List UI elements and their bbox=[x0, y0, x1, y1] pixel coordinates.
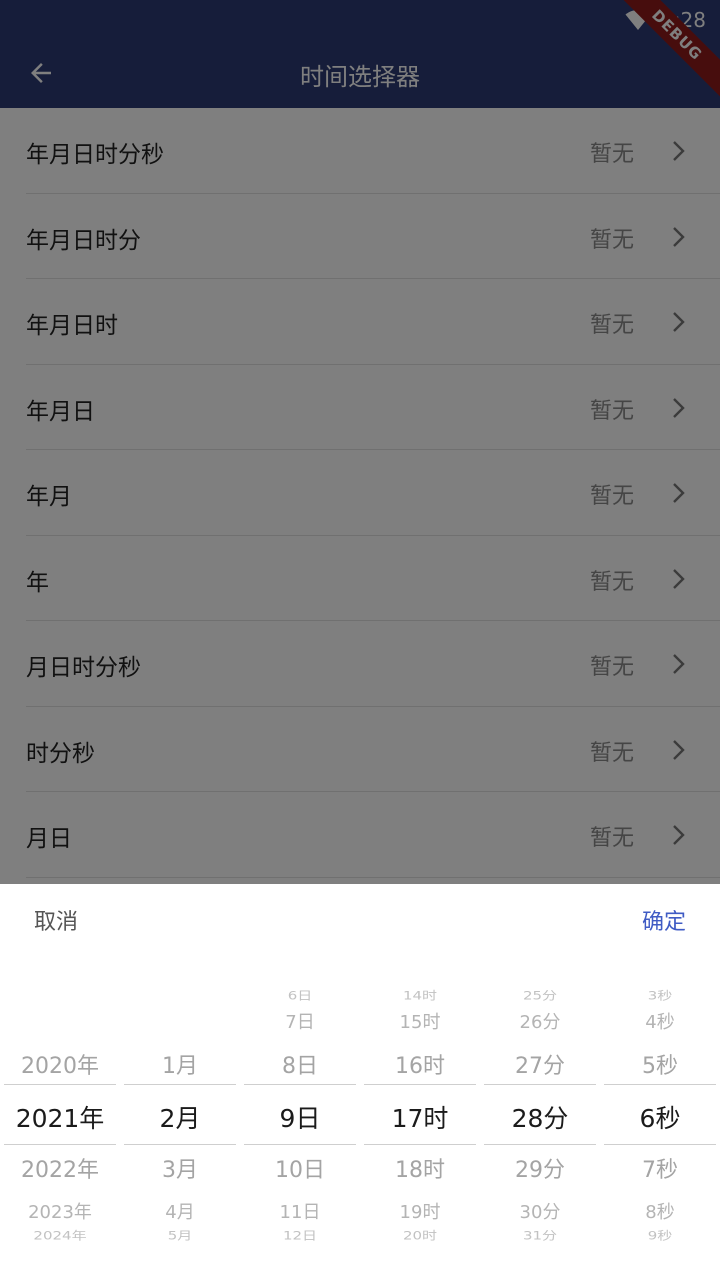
selection-divider bbox=[244, 1144, 356, 1145]
selection-divider bbox=[484, 1084, 596, 1085]
wheel-item[interactable]: 5月 bbox=[120, 1227, 240, 1243]
wheel-item[interactable]: 27分 bbox=[480, 1048, 600, 1080]
wheel-item[interactable]: 2024年 bbox=[0, 1227, 120, 1243]
wheel-item[interactable]: 10日 bbox=[240, 1152, 360, 1184]
wheel-item[interactable]: 12日 bbox=[240, 1227, 360, 1243]
wheel-item[interactable]: 8秒 bbox=[600, 1198, 720, 1224]
wheel-item[interactable]: 6日 bbox=[240, 987, 360, 1003]
selection-divider bbox=[364, 1144, 476, 1145]
wheel-item[interactable]: 11日 bbox=[240, 1198, 360, 1224]
wheel-item[interactable]: 5秒 bbox=[600, 1048, 720, 1080]
wheel-item[interactable]: 7秒 bbox=[600, 1152, 720, 1184]
wheel-item[interactable]: 2020年 bbox=[0, 1048, 120, 1080]
wheel-item[interactable]: 2023年 bbox=[0, 1198, 120, 1224]
selection-divider bbox=[4, 1084, 116, 1085]
selection-divider bbox=[4, 1144, 116, 1145]
wheel-item[interactable]: 15时 bbox=[360, 1008, 480, 1034]
modal-scrim[interactable] bbox=[0, 0, 720, 884]
wheel-item[interactable]: 3秒 bbox=[600, 987, 720, 1003]
wheel-item[interactable]: 4秒 bbox=[600, 1008, 720, 1034]
wheel-item[interactable]: 25分 bbox=[480, 987, 600, 1003]
wheel-day[interactable]: 6日 7日 8日 9日 10日 11日 12日 bbox=[240, 974, 360, 1254]
date-time-picker-sheet: 取消 确定 2020年 2021年 2022年 2023年 2024年 1月 2月 3月 4月 5… bbox=[0, 884, 720, 1280]
selection-divider bbox=[604, 1144, 716, 1145]
cancel-button[interactable]: 取消 bbox=[34, 904, 78, 936]
wheel-item[interactable]: 2月 bbox=[120, 1099, 240, 1135]
selection-divider bbox=[124, 1084, 236, 1085]
wheel-item[interactable]: 9秒 bbox=[600, 1227, 720, 1243]
confirm-button[interactable]: 确定 bbox=[642, 904, 686, 936]
wheel-item[interactable]: 20时 bbox=[360, 1227, 480, 1243]
wheel-item[interactable]: 28分 bbox=[480, 1099, 600, 1135]
wheel-month[interactable]: 1月 2月 3月 4月 5月 bbox=[120, 974, 240, 1254]
wheel-second[interactable]: 3秒 4秒 5秒 6秒 7秒 8秒 9秒 bbox=[600, 974, 720, 1254]
wheel-item[interactable]: 18时 bbox=[360, 1152, 480, 1184]
wheel-item[interactable]: 26分 bbox=[480, 1008, 600, 1034]
wheel-item[interactable]: 14时 bbox=[360, 987, 480, 1003]
selection-divider bbox=[124, 1144, 236, 1145]
wheel-item[interactable]: 9日 bbox=[240, 1099, 360, 1135]
wheel-minute[interactable]: 25分 26分 27分 28分 29分 30分 31分 bbox=[480, 974, 600, 1254]
wheel-item[interactable]: 8日 bbox=[240, 1048, 360, 1080]
wheel-hour[interactable]: 14时 15时 16时 17时 18时 19时 20时 bbox=[360, 974, 480, 1254]
selection-divider bbox=[364, 1084, 476, 1085]
wheel-item[interactable]: 19时 bbox=[360, 1198, 480, 1224]
wheel-item[interactable]: 29分 bbox=[480, 1152, 600, 1184]
wheel-item[interactable]: 1月 bbox=[120, 1048, 240, 1080]
wheel-picker: 2020年 2021年 2022年 2023年 2024年 1月 2月 3月 4月 5月 6日 7日 8… bbox=[0, 974, 720, 1254]
wheel-item[interactable]: 2022年 bbox=[0, 1152, 120, 1184]
wheel-item[interactable]: 2021年 bbox=[0, 1099, 120, 1135]
selection-divider bbox=[604, 1084, 716, 1085]
selection-divider bbox=[244, 1084, 356, 1085]
wheel-item[interactable]: 31分 bbox=[480, 1227, 600, 1243]
wheel-item[interactable]: 4月 bbox=[120, 1198, 240, 1224]
wheel-year[interactable]: 2020年 2021年 2022年 2023年 2024年 bbox=[0, 974, 120, 1254]
wheel-item[interactable]: 30分 bbox=[480, 1198, 600, 1224]
selection-divider bbox=[484, 1144, 596, 1145]
wheel-item[interactable]: 7日 bbox=[240, 1008, 360, 1034]
wheel-item[interactable]: 6秒 bbox=[600, 1099, 720, 1135]
wheel-item[interactable]: 3月 bbox=[120, 1152, 240, 1184]
wheel-item[interactable]: 16时 bbox=[360, 1048, 480, 1080]
wheel-item[interactable]: 17时 bbox=[360, 1099, 480, 1135]
